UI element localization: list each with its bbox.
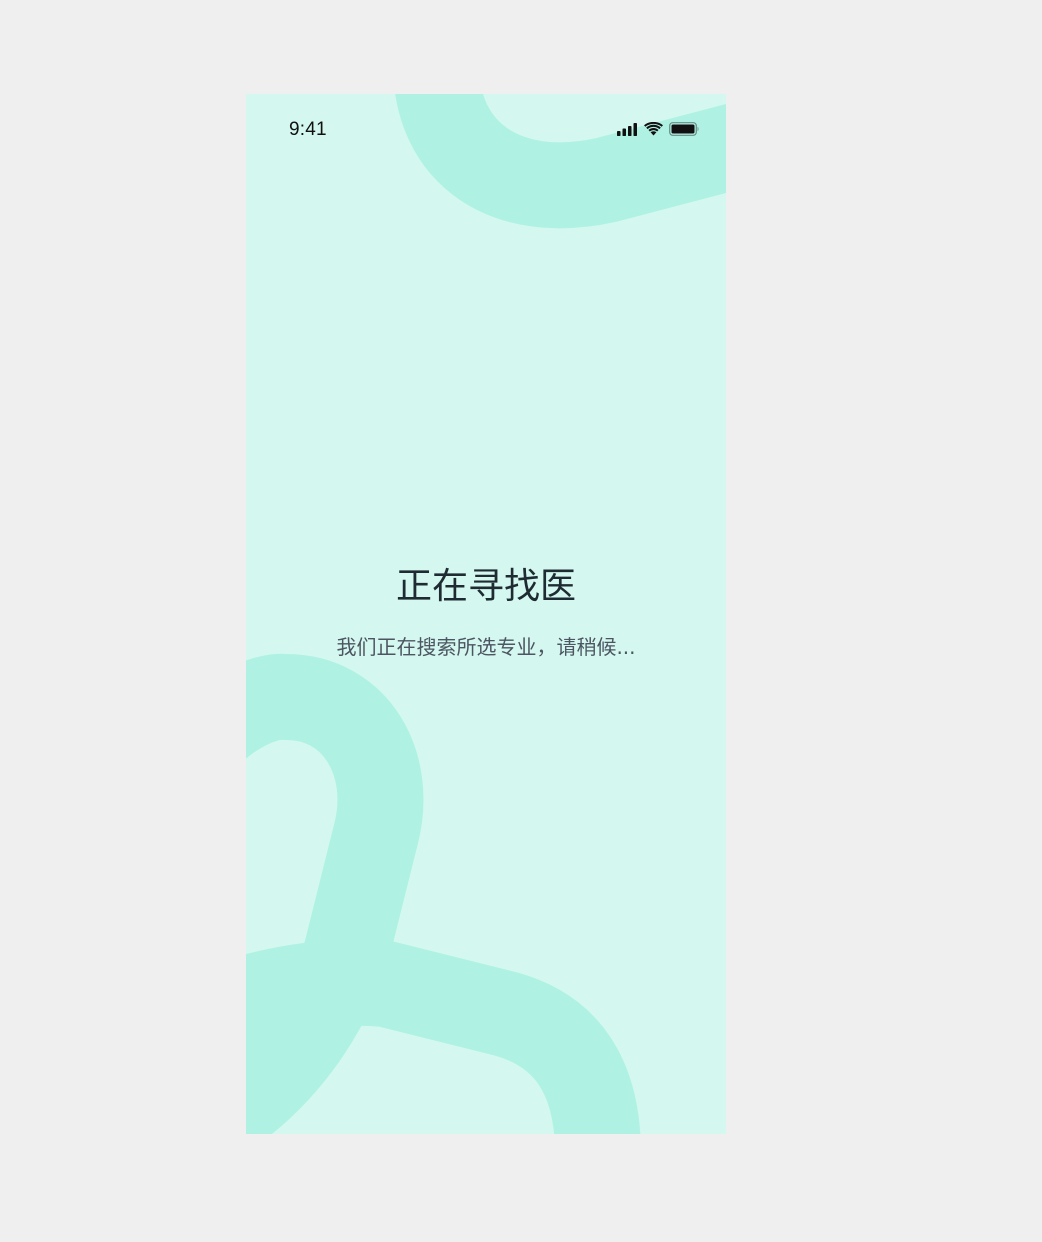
battery-icon [669,121,700,140]
cellular-signal-icon [617,121,638,140]
status-bar: 9:41 [246,94,726,168]
loading-screen: 9:41 正在寻找医 我们正在搜索所选专业，请稍候... [246,94,726,1134]
status-time: 9:41 [289,119,327,140]
wifi-icon [644,121,663,140]
loading-subtitle: 我们正在搜索所选专业，请稍候... [336,635,636,659]
status-icons [617,121,700,140]
loading-title: 正在寻找医 [395,566,576,607]
bottom-loop-shape [246,653,424,1134]
loading-message: 正在寻找医 我们正在搜索所选专业，请稍候... [246,560,726,661]
